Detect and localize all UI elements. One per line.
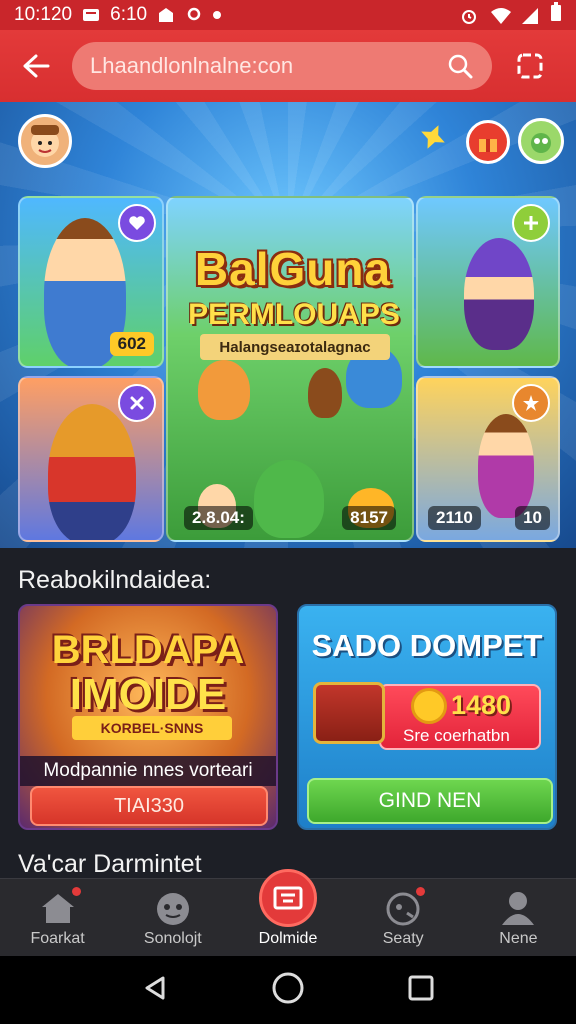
message-icon [82, 7, 100, 23]
tile-score: 8157 [342, 506, 396, 530]
tile-action-button[interactable] [512, 384, 550, 422]
nav-item-profile[interactable]: Nene [461, 879, 576, 956]
circle-home-icon [272, 972, 304, 1003]
notification-dot [72, 887, 81, 896]
promo-card-left[interactable]: BRLDAPA IMOIDE KORBEL·SNNS Modpannie nne… [18, 604, 278, 830]
character-hero [308, 368, 342, 418]
hero-banner[interactable]: 602 2.8.04: 8157 2110 10 BalGuna PERMLOU [0, 102, 576, 548]
plus-icon [524, 216, 538, 230]
close-icon [130, 396, 144, 410]
home-nav-button[interactable] [271, 971, 305, 1010]
card-tag: KORBEL·SNNS [72, 716, 232, 740]
character-ninja [464, 238, 534, 350]
tile-score: 2110 [428, 506, 481, 530]
face-icon [153, 888, 193, 928]
game-tile-1[interactable]: 602 [18, 196, 164, 368]
section-title: Reabokilndaidea: [18, 566, 212, 594]
nav-label: Foarkat [30, 930, 85, 947]
card-caption: Modpannie nnes vorteari [20, 756, 276, 786]
shop-icon [259, 869, 317, 927]
signal-icon [520, 7, 538, 24]
url-field[interactable]: Lhaandlonlnalne:con [72, 42, 492, 90]
triangle-back-icon [145, 976, 165, 999]
nav-label: Dolmide [258, 930, 318, 947]
search-icon [448, 54, 473, 79]
square-recents-icon [408, 975, 434, 1000]
star-icon [523, 395, 539, 411]
wifi-icon [490, 7, 511, 24]
game-tile-3[interactable] [416, 196, 560, 368]
url-text[interactable]: Lhaandlonlnalne:con [90, 53, 444, 79]
promo-card-right[interactable]: SADO DOMPET 1480 Sre coerhatbn GIND NEN [297, 604, 557, 830]
top-bar: Lhaandlonlnalne:con [0, 30, 576, 102]
arrow-left-icon [23, 54, 50, 78]
banner-subtitle: PERMLOUAPS [188, 298, 400, 331]
grid-menu-icon [517, 53, 543, 79]
recents-nav-button[interactable] [407, 974, 435, 1007]
back-nav-button[interactable] [141, 974, 169, 1007]
status-bar: 10:120 6:10 [0, 0, 576, 30]
nav-label: Seaty [382, 930, 424, 947]
status-alt-time: 6:10 [110, 4, 148, 25]
card-left-button[interactable]: TIAI330 [30, 786, 268, 826]
nav-item-home[interactable]: Foarkat [0, 879, 115, 956]
profile-icon [498, 888, 538, 928]
card-title-line2: IMOIDE [69, 670, 227, 719]
reward-value: 1480 [451, 690, 512, 720]
app-notification-icon [157, 7, 175, 23]
nav-item-shop[interactable]: Dolmide [230, 869, 345, 956]
banner-title: BalGuna [194, 243, 392, 295]
character-goblin [254, 460, 324, 538]
coin-icon [411, 688, 447, 724]
gift-icon [479, 139, 497, 152]
nav-label: Nene [499, 930, 538, 947]
menu-button[interactable] [514, 50, 546, 82]
search-button[interactable] [444, 50, 476, 82]
battery-icon [550, 2, 562, 28]
heart-icon [129, 216, 145, 230]
treasure-chest-icon [313, 682, 385, 744]
location-icon [185, 7, 203, 23]
system-nav-bar [0, 956, 576, 1024]
notification-dot-icon [213, 11, 222, 19]
card-title-line1: BRLDAPA [51, 628, 245, 672]
bottom-nav: Foarkat Sonolojt Dolmide Seaty Nene [0, 869, 576, 956]
character-dancer [478, 414, 534, 518]
game-tile-2[interactable] [18, 376, 164, 542]
tile-score: 602 [109, 332, 154, 356]
game-tile-4[interactable]: 2110 10 [416, 376, 560, 542]
nav-item-activity[interactable]: Seaty [346, 879, 461, 956]
section-title-2: Va'car Darmintet [18, 850, 202, 878]
nav-item-social[interactable]: Sonolojt [115, 879, 230, 956]
notification-dot [415, 887, 425, 896]
reward-caption: Sre coerhatbn [403, 726, 510, 745]
character-knight [198, 360, 250, 420]
tile-score: 2.8.04: [184, 506, 253, 530]
avatar-face-icon [31, 125, 59, 157]
character-lion [48, 404, 136, 540]
friend-icon-button[interactable] [518, 118, 564, 164]
reward-icon-button[interactable] [466, 120, 510, 164]
creature-icon [531, 133, 551, 153]
house-icon [38, 888, 78, 928]
alarm-icon [460, 7, 478, 24]
tile-close-button[interactable] [118, 384, 156, 422]
avatar[interactable] [18, 114, 72, 168]
nav-label: Sonolojt [143, 930, 202, 947]
back-button[interactable] [18, 48, 54, 84]
card-right-button[interactable]: GIND NEN [307, 778, 553, 824]
status-time: 10:120 [14, 4, 73, 25]
tile-action-button[interactable] [512, 204, 550, 242]
tile-score: 10 [515, 506, 550, 530]
card-title: SADO DOMPET [311, 628, 543, 663]
banner-tagline: Halangseaɪotalagnac [200, 334, 390, 360]
tile-action-button[interactable] [118, 204, 156, 242]
